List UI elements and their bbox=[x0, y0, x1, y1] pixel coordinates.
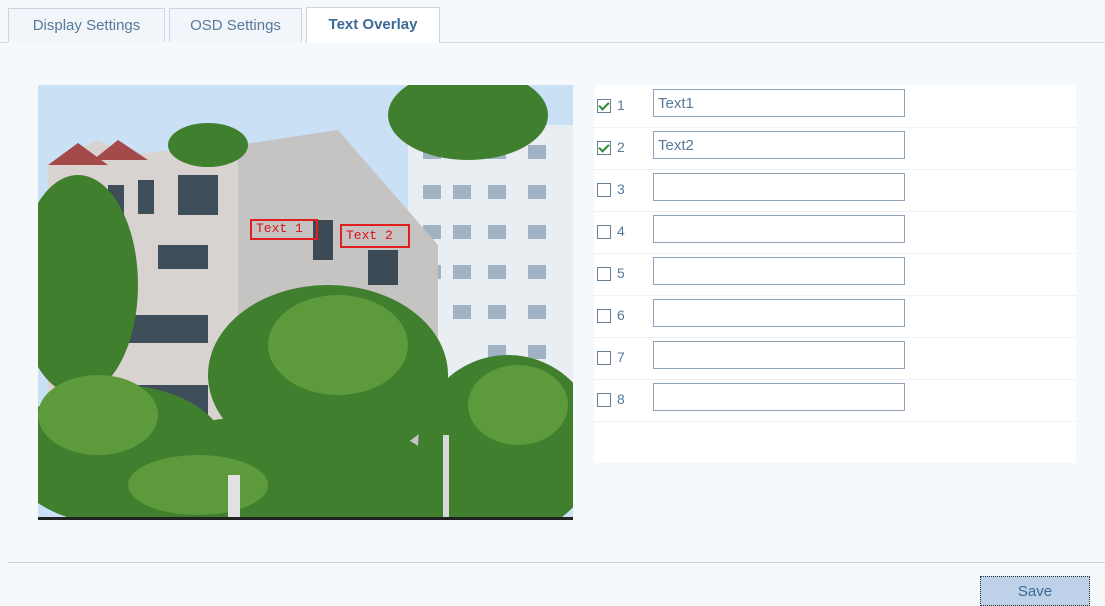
footer-divider bbox=[8, 562, 1105, 563]
overlay-row: 8 bbox=[594, 379, 1076, 422]
text-input-3[interactable] bbox=[653, 173, 905, 201]
text-input-4[interactable] bbox=[653, 215, 905, 243]
tab-divider bbox=[440, 42, 1105, 43]
overlay-row: 4 bbox=[594, 211, 1076, 254]
overlay-row: 2 bbox=[594, 127, 1076, 170]
row-number: 3 bbox=[617, 181, 625, 197]
tab-osd-settings[interactable]: OSD Settings bbox=[169, 8, 302, 42]
enable-checkbox-8[interactable] bbox=[597, 393, 611, 407]
enable-checkbox-3[interactable] bbox=[597, 183, 611, 197]
row-number: 2 bbox=[617, 139, 625, 155]
text-overlay-panel: 1 2 3 4 5 6 7 8 bbox=[594, 85, 1076, 463]
overlay-row: 7 bbox=[594, 337, 1076, 380]
video-preview: Text 1 Text 2 bbox=[38, 85, 573, 520]
tab-divider bbox=[0, 42, 8, 43]
text-input-2[interactable] bbox=[653, 131, 905, 159]
enable-checkbox-2[interactable] bbox=[597, 141, 611, 155]
overlay-text-1[interactable]: Text 1 bbox=[250, 219, 318, 240]
tab-text-overlay[interactable]: Text Overlay bbox=[306, 7, 440, 43]
enable-checkbox-6[interactable] bbox=[597, 309, 611, 323]
overlay-row: 3 bbox=[594, 169, 1076, 212]
overlay-row: 5 bbox=[594, 253, 1076, 296]
preview-scene bbox=[38, 85, 573, 517]
text-input-7[interactable] bbox=[653, 341, 905, 369]
row-number: 5 bbox=[617, 265, 625, 281]
text-input-1[interactable] bbox=[653, 89, 905, 117]
enable-checkbox-1[interactable] bbox=[597, 99, 611, 113]
row-number: 8 bbox=[617, 391, 625, 407]
overlay-text-2[interactable]: Text 2 bbox=[340, 224, 410, 248]
overlay-row: 1 bbox=[594, 85, 1076, 128]
save-button[interactable]: Save bbox=[980, 576, 1090, 606]
row-number: 6 bbox=[617, 307, 625, 323]
row-number: 4 bbox=[617, 223, 625, 239]
text-input-5[interactable] bbox=[653, 257, 905, 285]
text-input-8[interactable] bbox=[653, 383, 905, 411]
tab-display-settings[interactable]: Display Settings bbox=[8, 8, 165, 42]
overlay-row: 6 bbox=[594, 295, 1076, 338]
row-number: 7 bbox=[617, 349, 625, 365]
enable-checkbox-4[interactable] bbox=[597, 225, 611, 239]
text-input-6[interactable] bbox=[653, 299, 905, 327]
enable-checkbox-5[interactable] bbox=[597, 267, 611, 281]
row-number: 1 bbox=[617, 97, 625, 113]
enable-checkbox-7[interactable] bbox=[597, 351, 611, 365]
tab-bar: Display Settings OSD Settings Text Overl… bbox=[0, 0, 1105, 44]
